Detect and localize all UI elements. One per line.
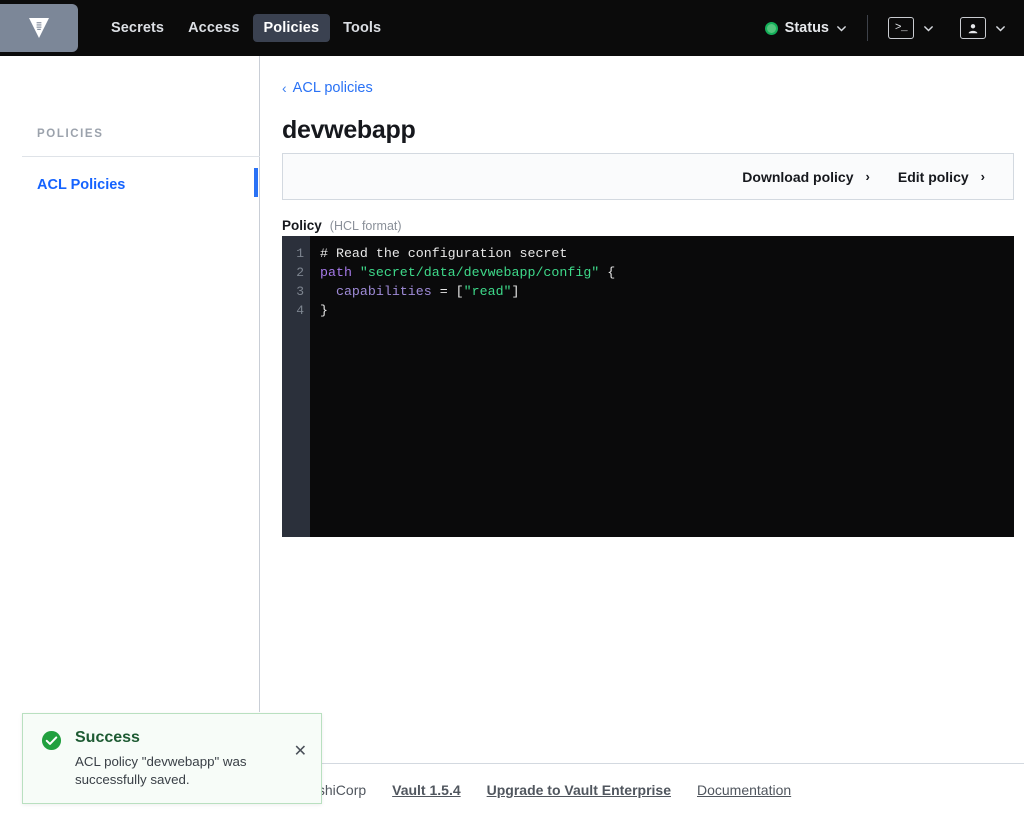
footer-link-documentation[interactable]: Documentation: [697, 782, 791, 798]
nav-link-secrets[interactable]: Secrets: [100, 14, 175, 42]
chevron-down-icon: [996, 25, 1005, 32]
footer-link-version[interactable]: Vault 1.5.4: [392, 782, 460, 798]
footer: HashiCorp Vault 1.5.4 Upgrade to Vault E…: [260, 778, 1024, 802]
toast-title: Success: [75, 729, 140, 746]
code-token-punct: {: [599, 265, 616, 280]
status-menu-button[interactable]: Status: [764, 20, 847, 36]
line-number: 4: [296, 303, 304, 318]
chevron-down-icon: [837, 25, 846, 32]
line-number: 2: [296, 265, 304, 280]
code-token-punct: = [: [431, 284, 464, 299]
top-navbar: Secrets Access Policies Tools Status >_: [0, 0, 1024, 56]
sidebar-item-label: ACL Policies: [37, 177, 126, 193]
edit-policy-label: Edit policy: [897, 168, 969, 185]
code-token-str: "read": [463, 284, 512, 299]
code-token-attr: capabilities: [335, 284, 432, 299]
user-menu-button[interactable]: [960, 17, 1006, 39]
toast-message: ACL policy "devwebapp" was successfully …: [75, 754, 247, 787]
close-icon[interactable]: ✕: [294, 744, 307, 760]
footer-divider: [260, 763, 1024, 764]
code-token-comment: # Read the configuration secret: [320, 246, 568, 261]
status-indicator-dot: [764, 21, 778, 35]
chevron-right-icon: ›: [865, 169, 870, 184]
app-root: Secrets Access Policies Tools Status >_: [0, 0, 1024, 825]
code-line: }: [320, 301, 1014, 320]
line-number: 3: [296, 284, 304, 299]
download-policy-button[interactable]: Download policy ›: [728, 169, 884, 185]
policy-code-editor[interactable]: 1 2 3 4 # Read the configuration secret path…: [282, 236, 1014, 537]
breadcrumb-label: ACL policies: [292, 80, 373, 96]
status-label: Status: [784, 20, 829, 36]
chevron-right-icon: ›: [980, 169, 985, 184]
policy-format-hint: (HCL format): [329, 219, 402, 233]
code-token-punct: ]: [511, 284, 520, 299]
code-token-str: "secret/data/devwebapp/config": [359, 265, 600, 280]
sidebar-divider: [22, 156, 260, 157]
terminal-icon: >_: [888, 17, 914, 39]
nav-link-policies[interactable]: Policies: [252, 14, 331, 42]
sidebar-item-acl-policies[interactable]: ACL Policies: [0, 168, 260, 202]
sidebar-active-indicator: [254, 168, 258, 197]
code-token-punct: [352, 265, 360, 280]
editor-line-numbers: 1 2 3 4: [282, 236, 310, 537]
nav-link-tools[interactable]: Tools: [332, 14, 392, 42]
chevron-left-icon: ‹: [282, 80, 287, 96]
vault-home-button[interactable]: [0, 4, 78, 52]
navbar-divider: [867, 15, 868, 41]
vault-logo-icon: [29, 18, 49, 38]
success-toast: Success ACL policy "devwebapp" was succe…: [22, 713, 322, 804]
code-token-punct: }: [320, 303, 328, 318]
console-menu-button[interactable]: >_: [888, 17, 934, 39]
code-line: capabilities = ["read"]: [320, 282, 1014, 301]
nav-links: Secrets Access Policies Tools: [100, 14, 392, 42]
sidebar-section-label: POLICIES: [37, 128, 104, 140]
download-policy-label: Download policy: [742, 168, 854, 185]
policy-action-bar: Download policy › Edit policy ›: [282, 153, 1014, 200]
policy-label: Policy: [282, 218, 322, 233]
sidebar: POLICIES ACL Policies: [0, 56, 260, 712]
code-line: path "secret/data/devwebapp/config" {: [320, 263, 1014, 282]
page-title: devwebapp: [282, 116, 416, 144]
edit-policy-button[interactable]: Edit policy ›: [884, 169, 999, 185]
code-token-key: path: [320, 265, 352, 280]
check-circle-icon: [41, 730, 62, 751]
chevron-down-icon: [924, 25, 933, 32]
policy-label-row: Policy (HCL format): [282, 218, 402, 233]
line-number: 1: [296, 246, 304, 261]
footer-link-upgrade[interactable]: Upgrade to Vault Enterprise: [487, 782, 671, 798]
editor-code-content[interactable]: # Read the configuration secret path "sec…: [310, 236, 1014, 537]
user-icon: [960, 17, 986, 39]
nav-link-access[interactable]: Access: [177, 14, 250, 42]
main-content: ‹ ACL policies devwebapp Download policy…: [260, 56, 1024, 825]
breadcrumb[interactable]: ‹ ACL policies: [282, 80, 373, 96]
navbar-right: Status >_: [764, 15, 1024, 41]
code-line: # Read the configuration secret: [320, 244, 1014, 263]
toast-body: Success ACL policy "devwebapp" was succe…: [75, 729, 305, 789]
code-token-punct: [320, 284, 336, 299]
